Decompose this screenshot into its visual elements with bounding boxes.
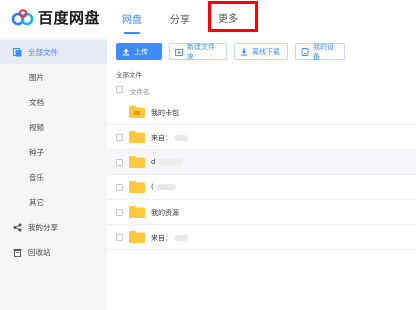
list-item[interactable]: d xyxy=(107,150,416,175)
my-devices-label: 我的设备 xyxy=(313,42,334,61)
folder-icon xyxy=(129,156,145,168)
share-icon xyxy=(12,222,22,232)
tab-netdisk[interactable]: 网盘 xyxy=(122,11,142,26)
highlight-box xyxy=(208,1,258,32)
brand-name: 百度网盘 xyxy=(38,9,101,27)
list-item[interactable]: 我的资源 xyxy=(107,200,416,225)
sidebar-item-images[interactable]: 图片 xyxy=(0,65,107,89)
sidebar-item-other[interactable]: 其它 xyxy=(0,190,107,214)
sidebar-item-torrents[interactable]: 种子 xyxy=(0,140,107,164)
sidebar-item-documents[interactable]: 文档 xyxy=(0,90,107,114)
breadcrumb[interactable]: 全部文件 xyxy=(116,69,142,79)
sidebar-item-music[interactable]: 音乐 xyxy=(0,165,107,189)
active-tab-indicator xyxy=(124,32,140,34)
logo[interactable]: 百度网盘 xyxy=(11,7,100,28)
row-checkbox[interactable] xyxy=(116,134,123,141)
sidebar-item-my-shares[interactable]: 我的分享 xyxy=(0,215,107,239)
sidebar-item-videos[interactable]: 视频 xyxy=(0,115,107,139)
list-item[interactable]: 来自： xyxy=(107,125,416,150)
top-bar: 百度网盘 网盘 分享 更多 xyxy=(0,0,416,38)
sidebar-item-label: 回收站 xyxy=(28,247,51,257)
row-checkbox[interactable] xyxy=(116,209,123,216)
device-icon xyxy=(301,47,309,56)
file-name: ( xyxy=(151,183,176,191)
offline-download-button[interactable]: 离线下载 xyxy=(234,43,288,60)
list-item[interactable]: 我的卡包 xyxy=(107,100,416,125)
folder-icon xyxy=(129,131,145,143)
sidebar-item-all-files[interactable]: 全部文件 xyxy=(0,40,107,64)
redacted-mark xyxy=(155,184,176,190)
folder-icon xyxy=(129,181,145,193)
cloud-logo-icon xyxy=(11,8,34,25)
upload-label: 上传 xyxy=(134,47,148,56)
file-name: 我的卡包 xyxy=(151,109,179,117)
folder-icon xyxy=(129,206,145,218)
files-icon xyxy=(12,47,22,57)
offline-download-label: 离线下载 xyxy=(252,47,280,56)
new-folder-button[interactable]: 新建文件夹 xyxy=(169,42,227,61)
sidebar-item-label: 音乐 xyxy=(29,172,44,182)
upload-button[interactable]: 上传 xyxy=(116,43,162,60)
new-folder-icon xyxy=(175,48,183,56)
row-checkbox[interactable] xyxy=(116,184,123,191)
select-all-checkbox[interactable] xyxy=(116,86,123,93)
redacted-mark xyxy=(174,235,188,241)
file-name: 来自： xyxy=(151,133,188,143)
upload-icon xyxy=(122,48,130,56)
sidebar-item-label: 图片 xyxy=(29,72,44,82)
sidebar: 全部文件 图片 文档 视频 种子 音乐 其它 我的分享 回收站 xyxy=(0,38,107,310)
my-devices-button[interactable]: 我的设备 xyxy=(295,42,345,61)
file-name: d xyxy=(151,158,184,166)
row-checkbox[interactable] xyxy=(116,234,123,241)
trash-icon xyxy=(12,247,22,257)
sidebar-item-label: 文档 xyxy=(29,97,44,107)
new-folder-label: 新建文件夹 xyxy=(187,42,215,61)
file-name: 我的资源 xyxy=(151,209,179,217)
list-item[interactable]: ( xyxy=(107,175,416,200)
tab-share[interactable]: 分享 xyxy=(170,11,190,26)
redacted-mark xyxy=(157,159,184,165)
row-checkbox[interactable] xyxy=(116,159,123,166)
sidebar-item-label: 其它 xyxy=(29,197,44,207)
sidebar-item-label: 全部文件 xyxy=(28,47,58,57)
folder-icon xyxy=(129,231,145,243)
redacted-mark xyxy=(174,135,188,141)
sidebar-item-recycle-bin[interactable]: 回收站 xyxy=(0,240,107,264)
sidebar-item-label: 种子 xyxy=(29,147,44,157)
sidebar-item-label: 视频 xyxy=(29,122,44,132)
list-item[interactable]: 来自： xyxy=(107,225,416,250)
card-folder-icon xyxy=(129,106,145,118)
column-header-filename[interactable]: 文件名 xyxy=(130,86,150,96)
download-icon xyxy=(240,48,248,56)
file-name: 来自： xyxy=(151,233,188,243)
sidebar-item-label: 我的分享 xyxy=(28,222,58,232)
